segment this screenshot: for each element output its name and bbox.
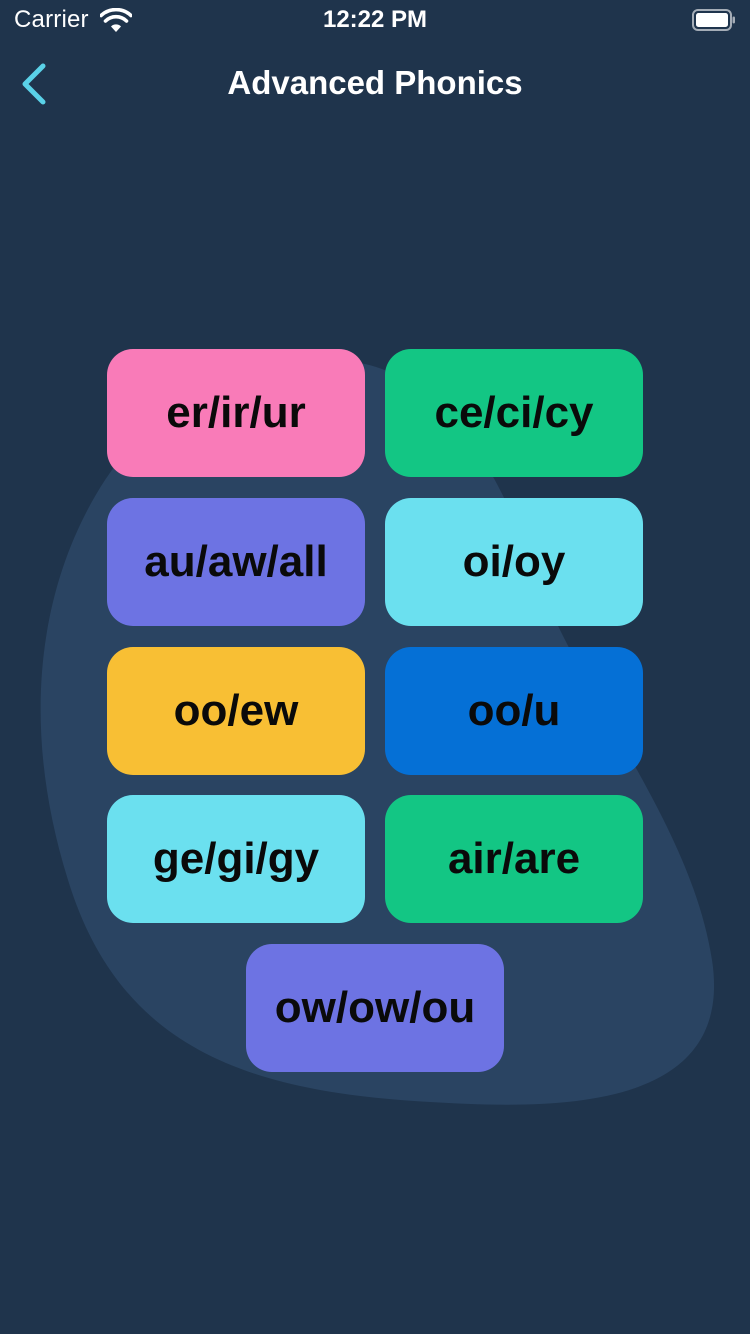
tile-label: ge/gi/gy xyxy=(152,834,320,883)
tile-label: ce/ci/cy xyxy=(434,388,594,437)
tile-label: er/ir/ur xyxy=(166,388,306,437)
status-time: 12:22 PM xyxy=(322,6,428,33)
phonics-tile-ge-gi-gy[interactable]: ge/gi/gy xyxy=(107,795,365,923)
tile-label: oi/oy xyxy=(462,537,566,586)
tile-label: oo/u xyxy=(467,686,561,735)
phonics-tile-oo-ew[interactable]: oo/ew xyxy=(107,647,365,775)
phonics-tile-er-ir-ur[interactable]: er/ir/ur xyxy=(107,349,365,477)
navigation-bar: Advanced Phonics xyxy=(0,40,750,128)
phonics-tile-au-aw-all[interactable]: au/aw/all xyxy=(107,498,365,626)
phonics-tile-air-are[interactable]: air/are xyxy=(385,795,643,923)
phonics-tile-ce-ci-cy[interactable]: ce/ci/cy xyxy=(385,349,643,477)
tile-label: oo/ew xyxy=(173,686,299,735)
page-title: Advanced Phonics xyxy=(227,64,523,101)
phonics-tile-ow-ow-ou[interactable]: ow/ow/ou xyxy=(246,944,504,1072)
tile-label: air/are xyxy=(447,834,581,883)
phonics-screen: Carrier 12:22 PM Advanced Phonics er/ir/… xyxy=(0,0,750,1334)
tile-label: au/aw/all xyxy=(144,537,328,586)
phonics-tile-oi-oy[interactable]: oi/oy xyxy=(385,498,643,626)
phonics-tile-oo-u[interactable]: oo/u xyxy=(385,647,643,775)
tile-label: ow/ow/ou xyxy=(274,983,476,1032)
status-bar: Carrier 12:22 PM xyxy=(0,0,750,40)
battery-icon xyxy=(692,9,735,31)
